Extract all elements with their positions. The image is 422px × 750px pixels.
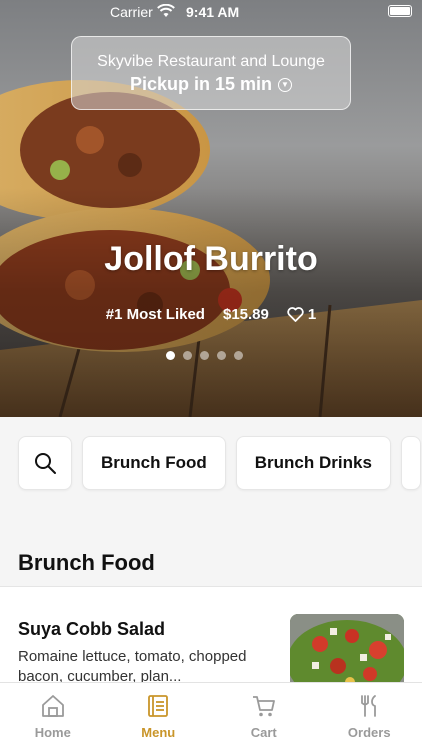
carousel-dot[interactable] xyxy=(217,351,226,360)
section-title: Brunch Food xyxy=(18,550,155,575)
hero-title: Jollof Burrito xyxy=(104,240,318,278)
category-chips: Brunch Food Brunch Drinks xyxy=(18,436,421,490)
restaurant-name: Skyvibe Restaurant and Lounge xyxy=(97,53,325,70)
tab-label: Cart xyxy=(250,725,277,740)
tab-label: Menu xyxy=(141,725,176,740)
carousel-dot[interactable] xyxy=(183,351,192,360)
carousel-dot[interactable] xyxy=(166,351,175,360)
carousel-dot[interactable] xyxy=(200,351,209,360)
pickup-time-label: Pickup in 15 min xyxy=(129,74,273,94)
search-button[interactable] xyxy=(18,436,72,490)
hero-banner[interactable]: Carrier 9:41 AM Skyvibe Restaurant and L… xyxy=(0,0,422,417)
cart-icon xyxy=(252,696,275,717)
carousel-dot[interactable] xyxy=(234,351,243,360)
menu-item-card[interactable]: Suya Cobb Salad Romaine lettuce, tomato,… xyxy=(0,587,422,694)
search-icon xyxy=(35,453,56,474)
likes-count: 1 xyxy=(307,306,317,323)
carousel-dots[interactable] xyxy=(166,351,243,360)
menu-book-icon xyxy=(148,695,169,717)
menu-item-description: Romaine lettuce, tomato, chopped bacon, … xyxy=(18,648,247,685)
status-bar: Carrier 9:41 AM xyxy=(0,0,422,24)
hero-rank: #1 Most Liked xyxy=(105,306,205,323)
carrier-label: Carrier xyxy=(110,4,153,20)
pickup-selector[interactable]: Skyvibe Restaurant and Lounge Pickup in … xyxy=(71,36,351,110)
tab-cart[interactable]: Cart xyxy=(211,683,317,750)
hero-meta: #1 Most Liked $15.89 1 xyxy=(0,306,422,323)
category-chip-next[interactable] xyxy=(400,436,421,490)
tab-label: Home xyxy=(34,725,71,740)
menu-item-name: Suya Cobb Salad xyxy=(18,619,166,639)
pickup-status: Pickup in 15 min ▼ xyxy=(72,74,350,95)
fork-knife-icon xyxy=(361,695,377,717)
home-icon xyxy=(41,695,64,717)
tab-home[interactable]: Home xyxy=(0,683,106,750)
category-chip-brunch-food[interactable]: Brunch Food xyxy=(82,436,226,490)
clock: 9:41 AM xyxy=(186,4,240,20)
like-control[interactable]: 1 xyxy=(287,306,316,323)
chevron-down-icon: ▼ xyxy=(278,77,293,92)
tab-orders[interactable]: Orders xyxy=(317,683,422,750)
tab-label: Orders xyxy=(347,725,391,740)
wifi-icon xyxy=(157,4,175,17)
tab-menu[interactable]: Menu xyxy=(106,683,212,750)
tab-bar: Home Menu Cart Orders xyxy=(0,682,422,750)
hero-price: $15.89 xyxy=(222,306,269,323)
battery-icon xyxy=(388,5,412,17)
heart-icon xyxy=(287,307,304,322)
category-chip-brunch-drinks[interactable]: Brunch Drinks xyxy=(235,436,391,490)
